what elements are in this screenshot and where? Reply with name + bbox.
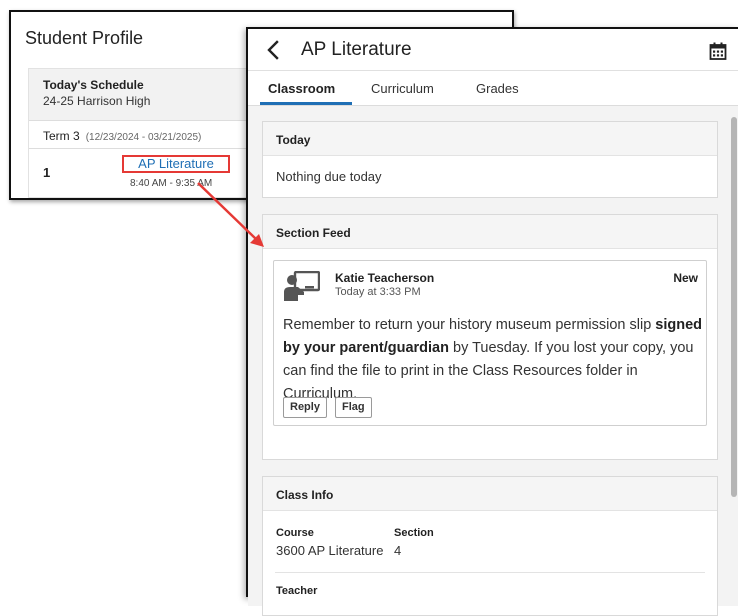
post-author: Katie Teacherson (335, 271, 435, 285)
course-time: 8:40 AM - 9:35 AM (130, 178, 213, 189)
flag-button[interactable]: Flag (335, 397, 372, 418)
section-label: Section (394, 527, 434, 539)
term-label: Term 3 (43, 129, 80, 143)
course-title: AP Literature (301, 39, 412, 60)
post-text-start: Remember to return your history museum p… (283, 317, 656, 333)
tab-classroom[interactable]: Classroom (268, 81, 335, 96)
post-timestamp: Today at 3:33 PM (335, 286, 421, 298)
calendar-icon (709, 42, 727, 60)
ap-literature-course-link[interactable]: AP Literature (122, 155, 230, 173)
todays-schedule-panel: Today's Schedule 24-25 Harrison High Ter… (28, 68, 266, 198)
class-info-heading: Class Info (263, 477, 717, 511)
course-content: Today Nothing due today Section Feed Kat… (248, 106, 732, 616)
course-label: Course (276, 527, 314, 539)
term-dates: (12/23/2024 - 03/21/2025) (85, 132, 202, 143)
active-tab-indicator (260, 102, 352, 105)
reply-button[interactable]: Reply (283, 397, 327, 418)
today-heading: Today (263, 122, 717, 156)
class-info-divider (275, 572, 705, 573)
period-number: 1 (43, 165, 51, 180)
section-feed-heading: Section Feed (263, 215, 717, 249)
schedule-heading: Today's Schedule (43, 78, 144, 92)
term-row: Term 3 (12/23/2024 - 03/21/2025) (29, 121, 265, 149)
schedule-header: Today's Schedule 24-25 Harrison High (29, 69, 265, 121)
course-header: AP Literature (248, 29, 738, 71)
course-value: 3600 AP Literature (276, 543, 384, 558)
schedule-row: 1 AP Literature 8:40 AM - 9:35 AM (29, 149, 265, 195)
course-tabs: Classroom Curriculum Grades (248, 71, 738, 106)
new-badge: New (673, 271, 698, 285)
feed-post: Katie Teacherson Today at 3:33 PM New Re… (273, 260, 707, 426)
teacher-avatar-icon (284, 271, 320, 301)
student-profile-title: Student Profile (25, 28, 144, 48)
post-message: Remember to return your history museum p… (283, 314, 703, 406)
scrollbar-thumb[interactable] (731, 117, 737, 497)
course-window: AP Literature Classroom Curriculum Grade… (246, 27, 738, 616)
today-card: Today Nothing due today (262, 121, 718, 198)
schedule-school: 24-25 Harrison High (43, 94, 151, 108)
back-button[interactable] (264, 39, 284, 61)
tab-curriculum[interactable]: Curriculum (371, 81, 434, 96)
section-feed-card: Section Feed Katie Teacherson Today at 3… (262, 214, 718, 460)
section-value: 4 (394, 543, 402, 558)
teacher-label: Teacher (276, 585, 318, 597)
class-info-card: Class Info Course 3600 AP Literature Sec… (262, 476, 718, 616)
calendar-button[interactable] (709, 42, 727, 60)
today-message: Nothing due today (276, 169, 382, 184)
chevron-left-icon (267, 40, 279, 60)
tab-grades[interactable]: Grades (476, 81, 519, 96)
